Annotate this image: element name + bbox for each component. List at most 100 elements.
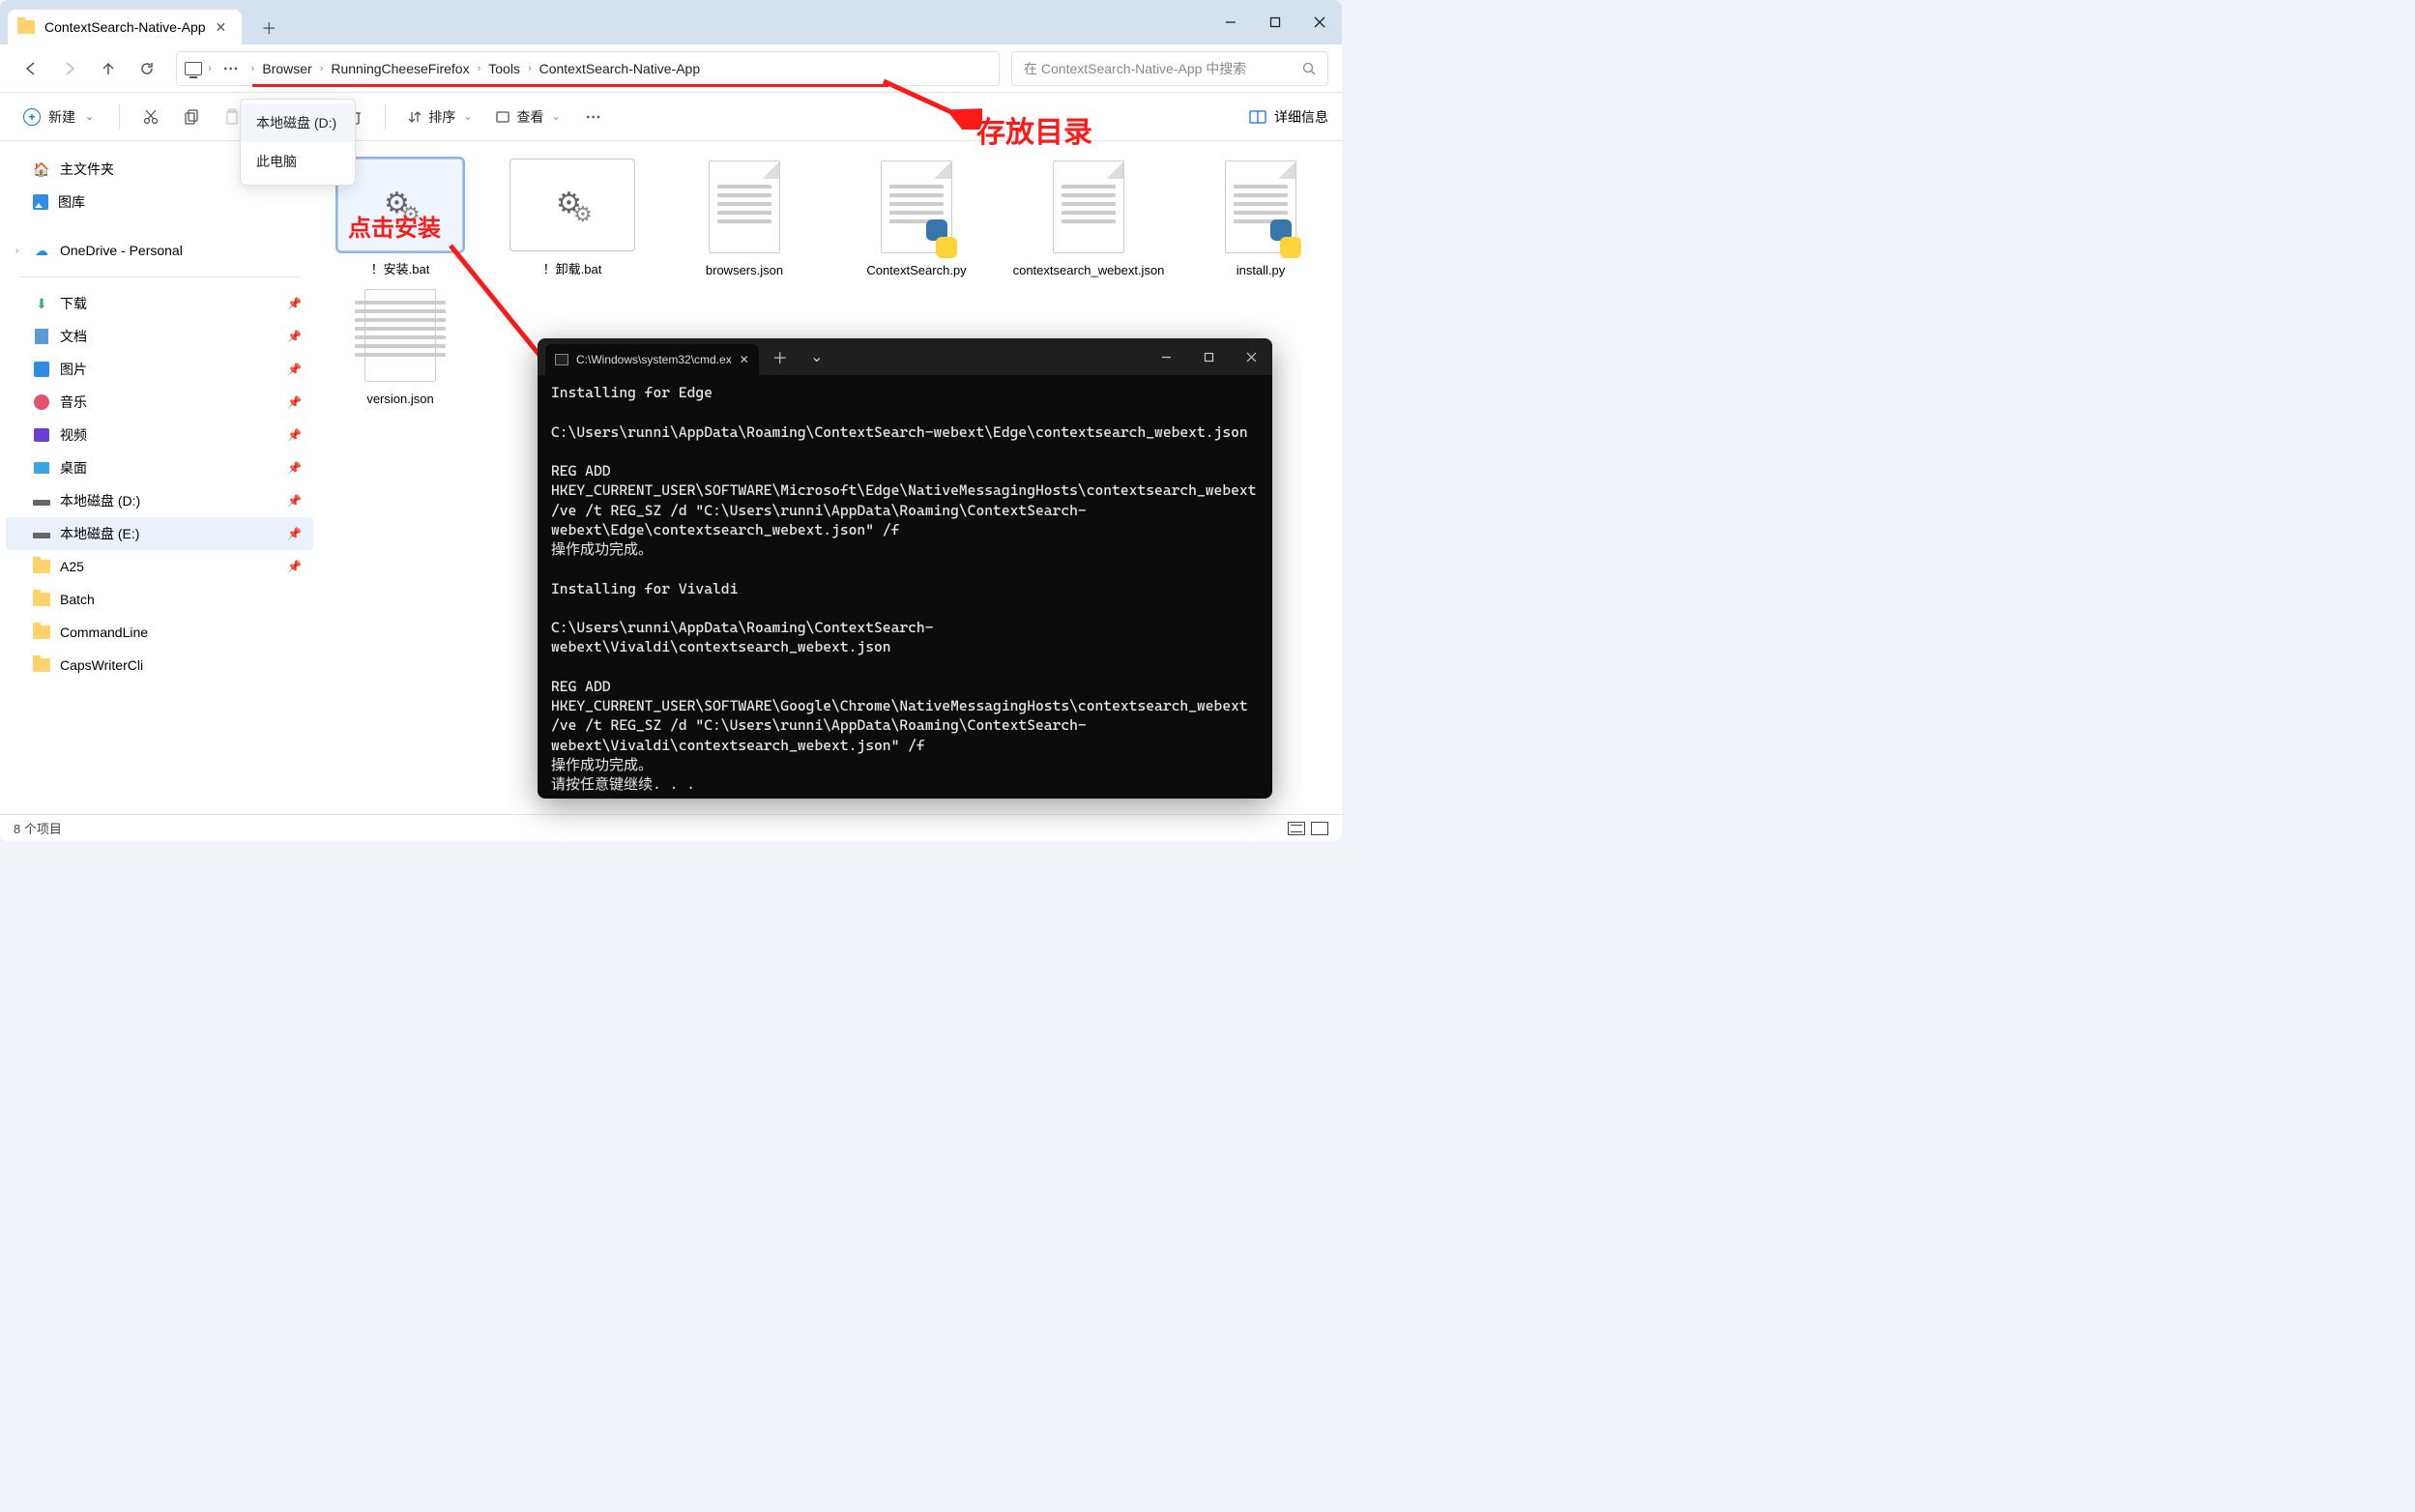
sidebar-commandline[interactable]: CommandLine (6, 616, 313, 649)
file-name: version.json (366, 392, 433, 406)
pin-icon[interactable]: 📌 (287, 461, 302, 475)
sidebar-label: 音乐 (60, 393, 87, 412)
json-icon (709, 160, 780, 253)
sidebar-label: 文档 (60, 327, 87, 346)
sidebar-downloads[interactable]: ⬇ 下载 📌 (6, 287, 313, 320)
python-icon (1225, 160, 1296, 253)
sidebar-label: 本地磁盘 (E:) (60, 524, 139, 543)
pc-icon (185, 62, 202, 75)
crumb-browser[interactable]: Browser (256, 61, 317, 76)
minimize-button[interactable] (1208, 0, 1253, 44)
sidebar-videos[interactable]: 视频 📌 (6, 419, 313, 451)
sort-button[interactable]: 排序 ⌄ (399, 101, 481, 133)
crumb-current[interactable]: ContextSearch-Native-App (534, 61, 707, 76)
sidebar-documents[interactable]: 文档 📌 (6, 320, 313, 353)
arrow-icon (876, 75, 982, 130)
dropdown-item-thispc[interactable]: 此电脑 (241, 142, 355, 181)
pin-icon[interactable]: 📌 (287, 560, 302, 573)
annotation-underline (252, 84, 888, 87)
terminal-dropdown[interactable]: ⌄ (801, 347, 832, 366)
pin-icon[interactable]: 📌 (287, 363, 302, 376)
up-button[interactable] (91, 51, 126, 86)
divider (19, 276, 300, 277)
pin-icon[interactable]: 📌 (287, 297, 302, 310)
new-tab-button[interactable]: ＋ (251, 10, 286, 44)
terminal-minimize[interactable] (1145, 338, 1187, 375)
view-button[interactable]: 查看 ⌄ (487, 101, 569, 133)
new-terminal-tab[interactable]: ＋ (765, 345, 796, 368)
sidebar-label: 视频 (60, 425, 87, 445)
home-icon: 🏠 (33, 160, 50, 178)
dropdown-item-disk-d[interactable]: 本地磁盘 (D:) (241, 103, 355, 142)
pin-icon[interactable]: 📌 (287, 330, 302, 343)
sidebar-label: 下载 (60, 294, 87, 313)
refresh-button[interactable] (130, 51, 164, 86)
sidebar-label: A25 (60, 559, 84, 574)
file-browsers-json[interactable]: browsers.json (673, 159, 816, 277)
new-button[interactable]: + 新建 ⌄ (14, 101, 105, 133)
path-overflow[interactable]: ⋯ (214, 59, 249, 78)
divider (119, 104, 120, 130)
chevron-icon[interactable]: › (206, 63, 214, 74)
file-contextsearch-py[interactable]: ContextSearch.py (845, 159, 988, 277)
close-tab-icon[interactable]: ✕ (216, 19, 227, 36)
chevron-icon[interactable]: › (318, 63, 326, 74)
details-button[interactable]: 详细信息 (1249, 107, 1328, 127)
more-button[interactable]: ⋯ (576, 107, 612, 127)
details-icon (1249, 110, 1266, 124)
path-dropdown: 本地磁盘 (D:) 此电脑 (240, 99, 356, 186)
desktop-icon (34, 462, 49, 474)
chevron-icon[interactable]: › (526, 63, 534, 74)
sidebar-onedrive[interactable]: ›☁OneDrive - Personal (6, 234, 313, 267)
status-bar: 8 个项目 (0, 814, 1342, 841)
sidebar-label: 图片 (60, 360, 87, 379)
terminal-window: C:\Windows\system32\cmd.ex ✕ ＋ ⌄ Install… (538, 338, 1272, 799)
file-install-py[interactable]: install.py (1189, 159, 1332, 277)
sidebar-gallery[interactable]: 图库 (6, 186, 313, 218)
forward-button[interactable] (52, 51, 87, 86)
close-tab-icon[interactable]: ✕ (740, 353, 749, 366)
sidebar-pictures[interactable]: 图片 📌 (6, 353, 313, 386)
sidebar-capswritercli[interactable]: CapsWriterCli (6, 649, 313, 682)
chevron-icon[interactable]: › (476, 63, 483, 74)
cloud-icon: ☁ (33, 242, 50, 259)
window-tab[interactable]: ContextSearch-Native-App ✕ (8, 10, 242, 44)
back-button[interactable] (14, 51, 48, 86)
sidebar-label: 图库 (58, 192, 85, 212)
chevron-icon[interactable]: › (249, 63, 257, 74)
chevron-right-icon[interactable]: › (15, 246, 18, 256)
pin-icon[interactable]: 📌 (287, 395, 302, 409)
file-webext-json[interactable]: contextsearch_webext.json (1017, 159, 1160, 277)
pin-icon[interactable]: 📌 (287, 527, 302, 540)
crumb-tools[interactable]: Tools (482, 61, 526, 76)
sidebar-music[interactable]: 音乐 📌 (6, 386, 313, 419)
sidebar-label: 主文件夹 (60, 160, 114, 179)
sidebar-batch[interactable]: Batch (6, 583, 313, 616)
search-input[interactable]: 在 ContextSearch-Native-App 中搜索 (1011, 51, 1328, 86)
icons-view-button[interactable] (1311, 822, 1328, 835)
search-placeholder: 在 ContextSearch-Native-App 中搜索 (1024, 59, 1246, 78)
copy-button[interactable] (174, 100, 209, 134)
folder-icon (33, 658, 50, 672)
cut-button[interactable] (133, 100, 168, 134)
pin-icon[interactable]: 📌 (287, 494, 302, 508)
sidebar-disk-d[interactable]: 本地磁盘 (D:)📌 (6, 484, 313, 517)
sidebar-a25[interactable]: A25 📌 (6, 550, 313, 583)
sidebar-desktop[interactable]: 桌面📌 (6, 451, 313, 484)
document-icon (35, 329, 48, 344)
terminal-tab[interactable]: C:\Windows\system32\cmd.ex ✕ (545, 344, 759, 375)
sidebar-label: CapsWriterCli (60, 657, 143, 673)
details-view-button[interactable] (1288, 822, 1305, 835)
download-icon: ⬇ (33, 295, 50, 312)
terminal-output[interactable]: Installing for Edge C:\Users\runni\AppDa… (538, 375, 1272, 799)
pin-icon[interactable]: 📌 (287, 428, 302, 442)
window-controls (1208, 0, 1342, 44)
terminal-close[interactable] (1230, 338, 1272, 375)
folder-icon (17, 20, 35, 34)
file-name: browsers.json (706, 263, 783, 277)
close-button[interactable] (1297, 0, 1342, 44)
sidebar-disk-e[interactable]: 本地磁盘 (E:) 📌 (6, 517, 313, 550)
maximize-button[interactable] (1253, 0, 1297, 44)
terminal-maximize[interactable] (1187, 338, 1230, 375)
crumb-firefox[interactable]: RunningCheeseFirefox (325, 61, 475, 76)
